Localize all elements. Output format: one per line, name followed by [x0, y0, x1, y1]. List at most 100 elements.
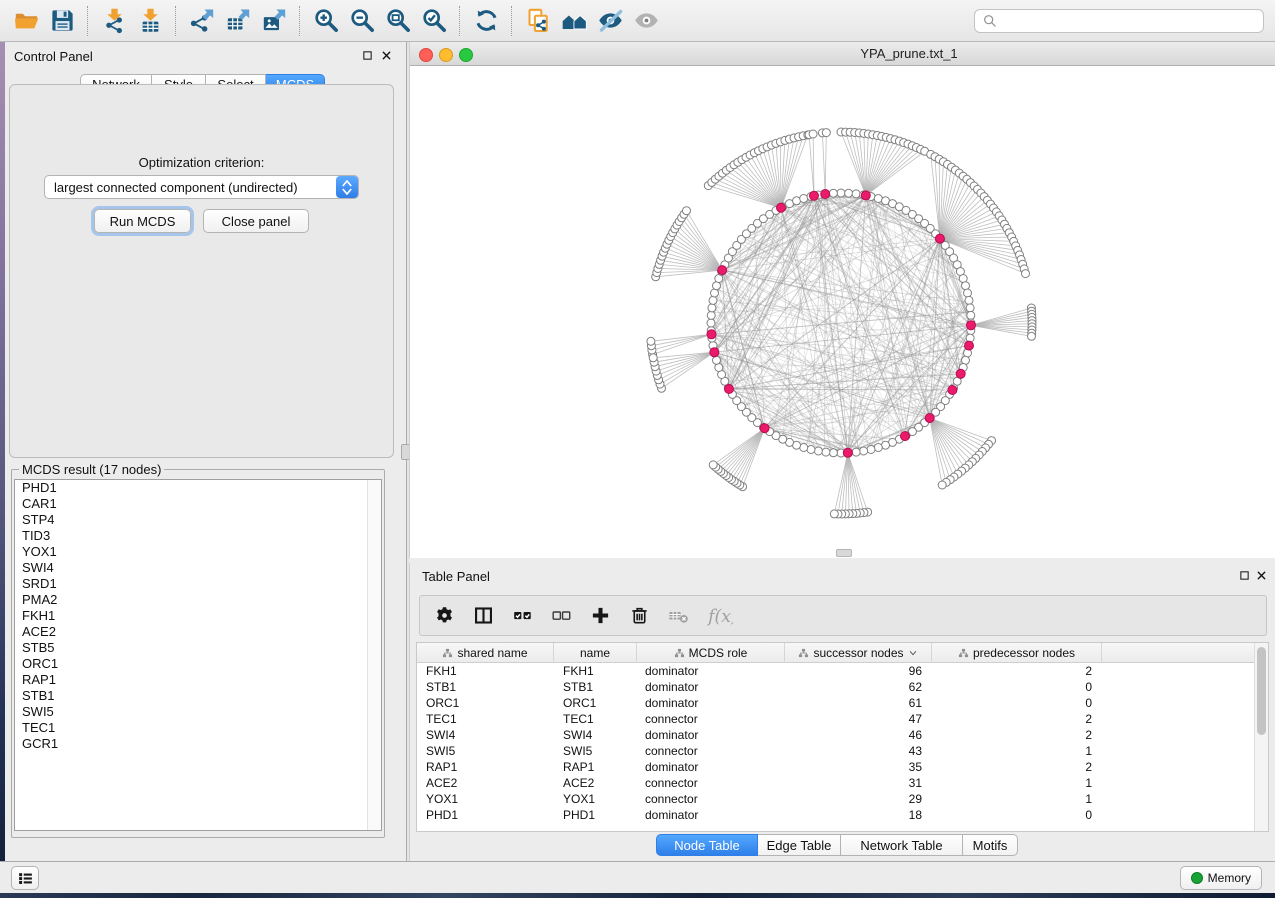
open-folder-button[interactable] [8, 5, 44, 37]
network-hub-node[interactable] [925, 414, 934, 423]
network-hub-node[interactable] [821, 190, 830, 199]
table-row[interactable]: ORC1ORC1dominator610 [417, 695, 1268, 711]
delete-row-button[interactable] [629, 605, 650, 626]
network-graph[interactable] [410, 66, 1275, 558]
column-header-successor-nodes[interactable]: successor nodes [785, 643, 932, 663]
column-header-MCDS-role[interactable]: MCDS role [637, 643, 785, 663]
mcds-result-item[interactable]: SRD1 [15, 576, 381, 592]
table-row[interactable]: STB1STB1dominator620 [417, 679, 1268, 695]
select-all-checkbox-button[interactable] [512, 605, 533, 626]
mcds-result-item[interactable]: RAP1 [15, 672, 381, 688]
float-table-panel-button[interactable] [1238, 569, 1251, 582]
search-box[interactable] [974, 9, 1264, 33]
task-history-button[interactable] [11, 866, 39, 890]
network-hub-node[interactable] [967, 321, 976, 330]
run-mcds-button[interactable]: Run MCDS [94, 209, 191, 233]
mcds-result-item[interactable]: YOX1 [15, 544, 381, 560]
close-icon [1256, 570, 1267, 581]
first-neighbors-button[interactable] [556, 5, 592, 37]
mcds-result-item[interactable]: GCR1 [15, 736, 381, 752]
show-all-button[interactable] [628, 5, 664, 37]
column-header-shared-name[interactable]: shared name [417, 643, 554, 663]
table-scrollbar-thumb[interactable] [1257, 647, 1266, 735]
table-row[interactable]: FKH1FKH1dominator962 [417, 663, 1268, 679]
mcds-result-list[interactable]: PHD1CAR1STP4TID3YOX1SWI4SRD1PMA2FKH1ACE2… [14, 479, 382, 831]
network-canvas[interactable] [410, 66, 1275, 558]
mcds-list-scrollbar[interactable] [367, 480, 381, 830]
export-image-button[interactable] [256, 5, 292, 37]
column-header-predecessor-nodes[interactable]: predecessor nodes [932, 643, 1102, 663]
mcds-result-item[interactable]: STB5 [15, 640, 381, 656]
mcds-result-item[interactable]: STB1 [15, 688, 381, 704]
network-hub-node[interactable] [935, 234, 944, 243]
mcds-result-item[interactable]: SWI4 [15, 560, 381, 576]
horizontal-splitter-handle[interactable] [836, 549, 852, 557]
close-mcds-panel-button[interactable]: Close panel [203, 209, 309, 233]
export-network-button[interactable] [184, 5, 220, 37]
network-hub-node[interactable] [810, 191, 819, 200]
export-table-button[interactable] [220, 5, 256, 37]
table-row[interactable]: SWI5SWI5connector431 [417, 743, 1268, 759]
hide-selected-button[interactable] [592, 5, 628, 37]
network-hub-node[interactable] [725, 385, 734, 394]
namespace-tree-icon [798, 648, 809, 659]
window-close-button[interactable] [419, 48, 433, 62]
mcds-result-item[interactable]: STP4 [15, 512, 381, 528]
zoom-fit-button[interactable] [380, 5, 416, 37]
gear-button[interactable] [434, 605, 455, 626]
table-row[interactable]: YOX1YOX1connector291 [417, 791, 1268, 807]
optimization-criterion-dropdown[interactable]: largest connected component (undirected) [44, 175, 359, 199]
window-minimize-button[interactable] [439, 48, 453, 62]
network-hub-node[interactable] [718, 266, 727, 275]
network-hub-node[interactable] [948, 386, 957, 395]
refresh-layout-button[interactable] [468, 5, 504, 37]
zoom-out-button[interactable] [344, 5, 380, 37]
close-panel-button[interactable] [380, 49, 393, 62]
mcds-result-item[interactable]: SWI5 [15, 704, 381, 720]
column-header-name[interactable]: name [554, 643, 637, 663]
mcds-result-item[interactable]: ACE2 [15, 624, 381, 640]
network-hub-node[interactable] [760, 424, 769, 433]
mcds-result-item[interactable]: ORC1 [15, 656, 381, 672]
mcds-result-item[interactable]: FKH1 [15, 608, 381, 624]
table-row[interactable]: SWI4SWI4dominator462 [417, 727, 1268, 743]
mcds-result-item[interactable]: PHD1 [15, 480, 381, 496]
table-scrollbar[interactable] [1254, 643, 1268, 831]
network-hub-node[interactable] [861, 191, 870, 200]
table-row[interactable]: TEC1TEC1connector472 [417, 711, 1268, 727]
network-hub-node[interactable] [956, 369, 965, 378]
network-hub-node[interactable] [965, 341, 974, 350]
network-hub-node[interactable] [843, 448, 852, 457]
zoom-in-button[interactable] [308, 5, 344, 37]
network-hub-node[interactable] [707, 330, 716, 339]
add-row-button[interactable] [590, 605, 611, 626]
mcds-result-item[interactable]: TID3 [15, 528, 381, 544]
close-table-panel-button[interactable] [1255, 569, 1268, 582]
import-table-button[interactable] [132, 5, 168, 37]
mcds-result-item[interactable]: TEC1 [15, 720, 381, 736]
deselect-all-checkbox-button[interactable] [551, 605, 572, 626]
table-row[interactable]: PHD1PHD1dominator180 [417, 807, 1268, 823]
window-maximize-button[interactable] [459, 48, 473, 62]
table-row[interactable]: ACE2ACE2connector311 [417, 775, 1268, 791]
memory-button[interactable]: Memory [1180, 866, 1262, 890]
mcds-result-item[interactable]: PMA2 [15, 592, 381, 608]
search-input[interactable] [1002, 13, 1263, 30]
table-row[interactable]: RAP1RAP1dominator352 [417, 759, 1268, 775]
tab-network-table[interactable]: Network Table [841, 834, 963, 856]
save-session-button[interactable] [44, 5, 80, 37]
columns-button[interactable] [473, 605, 494, 626]
cell-predecessor-nodes: 1 [932, 792, 1102, 806]
float-panel-button[interactable] [361, 49, 374, 62]
tab-node-table[interactable]: Node Table [656, 834, 758, 856]
mcds-result-item[interactable]: CAR1 [15, 496, 381, 512]
network-window-titlebar[interactable]: YPA_prune.txt_1 [410, 42, 1275, 66]
network-hub-node[interactable] [901, 432, 910, 441]
import-network-button[interactable] [96, 5, 132, 37]
network-hub-node[interactable] [777, 203, 786, 212]
network-hub-node[interactable] [710, 348, 719, 357]
tab-edge-table[interactable]: Edge Table [758, 834, 841, 856]
copy-view-button[interactable] [520, 5, 556, 37]
zoom-selected-button[interactable] [416, 5, 452, 37]
tab-motifs[interactable]: Motifs [963, 834, 1018, 856]
